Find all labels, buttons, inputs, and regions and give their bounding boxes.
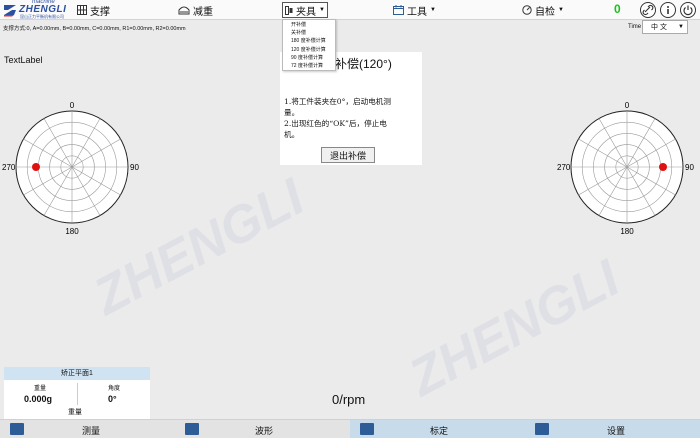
dialog-instruction-2: 2.出现红色的“OK”后，停止电 机。 — [284, 118, 387, 140]
angle-label: 角度 — [108, 386, 121, 392]
calibration-plane-panel: 矫正平面1 重量 角度 0.000g 0° 重量 — [4, 367, 150, 419]
fixture-icon — [285, 5, 293, 15]
bottom-navigation: 测量 波形 标定 设置 — [0, 419, 700, 438]
nav-support-label: 支撑 — [90, 6, 110, 18]
wave-icon — [185, 423, 199, 435]
support-grid-icon — [77, 5, 87, 15]
power-icon — [683, 5, 693, 16]
support-params-text: 支撑方式:0, A=0.00mm, B=0.00mm, C=0.00mm, R1… — [3, 26, 186, 32]
text-label: TextLabel — [4, 55, 43, 65]
top-toolbar: machine ZHENGLI 昆山正力平衡机有限公司 支撑 减重 夹具 ▼ 工… — [0, 0, 700, 20]
polar-right-label-right: 90 — [685, 163, 694, 172]
bottom-tab-calibrate[interactable]: 标定 — [350, 420, 525, 438]
calendar-tool-icon — [393, 5, 404, 15]
polar-right-label-left: 270 — [557, 163, 571, 172]
dialog-instruction-2a: 2.出现红色的“OK”后，停止电 — [284, 119, 387, 128]
exit-compensation-button[interactable]: 退出补偿 — [321, 147, 375, 163]
calibration-divider — [77, 383, 78, 405]
nav-selfcheck-label: 自检 — [535, 6, 555, 18]
angle-value: 0° — [108, 394, 117, 404]
svg-text:ZHENGLI: ZHENGLI — [398, 248, 630, 408]
info-button[interactable] — [660, 2, 676, 18]
language-select[interactable]: 中 文 ▼ — [642, 20, 688, 34]
polar-right-label-bottom: 180 — [620, 227, 634, 236]
nav-fixture-button[interactable]: 夹具 ▼ — [282, 2, 328, 18]
rpm-readout: 0/rpm — [332, 392, 366, 407]
menu-item-enable-compensation[interactable]: 开补偿 — [283, 21, 335, 29]
polar-right-label-top: 0 — [625, 101, 630, 110]
info-icon — [667, 6, 669, 14]
dialog-title: 补偿(120°) — [335, 57, 392, 71]
polar-plot-left: 0 90 180 270 — [0, 97, 145, 240]
chevron-down-icon: ▼ — [430, 7, 436, 13]
menu-item-72-compensation[interactable]: 72 度补偿计算 — [283, 62, 335, 70]
weight-label: 重量 — [34, 386, 47, 392]
polar-left-label-bottom: 180 — [65, 227, 79, 236]
nav-tools-label: 工具 — [407, 6, 427, 18]
menu-item-disable-compensation[interactable]: 关补偿 — [283, 29, 335, 37]
calibrate-icon — [360, 423, 374, 435]
polar-plot-right: 0 90 180 270 — [555, 97, 700, 240]
polar-left-unbalance-marker — [32, 163, 40, 171]
bottom-tab-measure[interactable]: 测量 — [0, 420, 175, 438]
measure-icon — [10, 423, 24, 435]
bottom-tab-settings-label: 设置 — [607, 426, 626, 436]
bottom-tab-wave[interactable]: 波形 — [175, 420, 350, 438]
zhengli-logo: machine ZHENGLI 昆山正力平衡机有限公司 — [2, 0, 74, 19]
bottom-tab-settings[interactable]: 设置 — [525, 420, 700, 438]
polar-left-label-left: 270 — [2, 163, 16, 172]
nav-weight-label: 减重 — [193, 6, 213, 18]
chevron-down-icon: ▼ — [678, 24, 684, 30]
language-value: 中 文 — [651, 24, 667, 31]
nav-selfcheck-button[interactable]: 自检 ▼ — [522, 2, 564, 18]
menu-item-90-compensation[interactable]: 90 度补偿计算 — [283, 54, 335, 62]
chevron-down-icon: ▼ — [558, 7, 564, 13]
dialog-instruction-1a: 1.将工件装夹在0°，启动电机测 — [284, 97, 391, 106]
fixture-dropdown-menu: 开补偿 关补偿 180 度补偿计算 120 度补偿计算 90 度补偿计算 72 … — [282, 19, 336, 71]
logo-mark-icon — [4, 5, 16, 17]
polar-left-label-top: 0 — [70, 101, 75, 110]
menu-item-180-compensation[interactable]: 180 度补偿计算 — [283, 37, 335, 45]
menu-item-120-compensation[interactable]: 120 度补偿计算 — [283, 46, 335, 54]
power-button[interactable] — [680, 2, 696, 18]
nav-support-button[interactable]: 支撑 — [77, 2, 110, 18]
dialog-instruction-2b: 机。 — [284, 130, 300, 139]
dialog-instruction-1b: 量。 — [284, 108, 300, 117]
nav-weight-button[interactable]: 减重 — [178, 2, 213, 18]
weight-value: 0.000g — [24, 394, 53, 404]
polar-left-label-right: 90 — [130, 163, 139, 172]
link-button[interactable] — [640, 2, 656, 18]
link-icon — [642, 4, 654, 16]
bottom-tab-calibrate-label: 标定 — [430, 426, 449, 436]
settings-icon — [535, 423, 549, 435]
time-label: Time — [628, 24, 642, 30]
chevron-down-icon: ▼ — [319, 7, 325, 13]
self-check-icon — [522, 5, 532, 15]
weight-icon — [178, 6, 190, 15]
nav-fixture-label: 夹具 — [296, 6, 316, 18]
polar-right-unbalance-marker — [659, 163, 667, 171]
bottom-tab-measure-label: 测量 — [82, 426, 101, 436]
calibration-plane-title: 矫正平面1 — [4, 367, 150, 380]
dialog-instruction-1: 1.将工件装夹在0°，启动电机测 量。 — [284, 96, 391, 118]
weight-footer-label: 重量 — [68, 409, 82, 416]
bottom-tab-wave-label: 波形 — [255, 426, 274, 436]
nav-tools-button[interactable]: 工具 ▼ — [393, 2, 436, 18]
counter-value: 0 — [614, 2, 621, 16]
